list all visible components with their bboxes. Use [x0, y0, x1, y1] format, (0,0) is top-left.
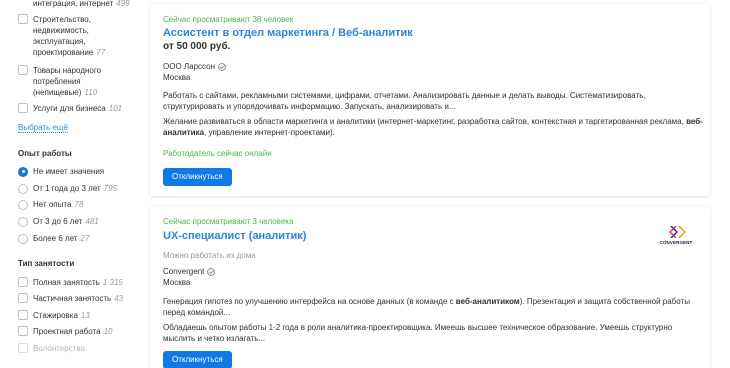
vacancy-city: Москва [163, 278, 191, 287]
filter-label: Строительство, недвижимость, эксплуатаци… [33, 15, 94, 57]
vacancy-requirements: Обладаешь опытом работы 1-2 года в роли … [163, 323, 673, 343]
experience-option-any[interactable]: Не имеет значения [18, 166, 104, 177]
option-count: 795 [103, 184, 118, 193]
filter-industry-business-services[interactable]: Услуги для бизнеса 101 [18, 103, 136, 114]
vacancy-city: Москва [163, 73, 191, 82]
checkbox[interactable] [18, 65, 28, 75]
vacancy-card: Сейчас просматривают 38 человек Ассистен… [150, 4, 710, 196]
filter-label: Услуги для бизнеса [33, 104, 106, 113]
company-logo[interactable]: CONVERGENT [658, 224, 694, 248]
company-name[interactable]: ООО Ларссон [163, 62, 226, 71]
radio-button[interactable] [18, 199, 28, 210]
vacancy-responsibilities: Работать с сайтами, рекламными системами… [163, 91, 646, 111]
employment-option-part[interactable]: Частичная занятость 43 [18, 293, 136, 304]
checkbox[interactable] [18, 14, 28, 24]
option-count: 78 [74, 200, 84, 209]
employment-option-volunteer: Волонтерство [18, 343, 136, 354]
radio-button[interactable] [18, 216, 28, 227]
viewers-count: Сейчас просматривают 38 человек [163, 15, 294, 24]
company-name-text[interactable]: ООО Ларссон [163, 62, 215, 71]
option-label: Волонтерство [33, 344, 85, 353]
radio-button[interactable] [18, 183, 28, 194]
option-count: 481 [85, 217, 99, 226]
remote-work-label: Можно работать из дома [163, 251, 256, 260]
radio-button[interactable] [18, 233, 28, 244]
option-label: Более 6 лет [33, 234, 78, 243]
option-label: Полная занятость [33, 278, 100, 287]
filter-label: интеграция, интернет [33, 0, 114, 8]
checkbox[interactable] [18, 103, 28, 113]
convergent-logo-icon [669, 226, 686, 238]
experience-option-1-3[interactable]: От 1 года до 3 лет 795 [18, 183, 117, 194]
filter-industry-consumer-goods[interactable]: Товары народного потребления (непищевые)… [18, 65, 136, 98]
checkbox [18, 343, 28, 353]
employment-option-project[interactable]: Проектная работа 10 [18, 326, 136, 337]
filter-count: 499 [116, 0, 130, 8]
requirements-text: , управление интернет-проектами). [204, 128, 335, 137]
filter-industry-construction[interactable]: Строительство, недвижимость, эксплуатаци… [18, 14, 136, 58]
option-count: 27 [80, 234, 90, 243]
option-count: 10 [103, 327, 113, 336]
company-name[interactable]: Convergent [163, 267, 216, 276]
show-more-link[interactable]: Выбрать ещё [18, 123, 68, 133]
company-name-text[interactable]: Convergent [163, 267, 204, 276]
experience-title: Опыт работы [18, 149, 72, 158]
filters-sidebar: интеграция, интернет 499 Строительство, н… [0, 0, 140, 368]
option-label: Не имеет значения [33, 167, 105, 176]
experience-option-6-plus[interactable]: Более 6 лет 27 [18, 233, 89, 244]
verified-icon [207, 267, 216, 276]
option-label: Проектная работа [33, 327, 101, 336]
vacancy-requirements: Желание развиваться в области маркетинга… [163, 116, 703, 138]
vacancy-salary: от 50 000 руб. [163, 41, 231, 52]
employment-option-full[interactable]: Полная занятость 1 315 [18, 277, 136, 288]
respond-button[interactable]: Откликнуться [163, 351, 232, 368]
filter-industry-internet[interactable]: интеграция, интернет 499 [18, 0, 136, 9]
experience-option-3-6[interactable]: От 3 до 6 лет 481 [18, 216, 99, 227]
logo-wordmark: CONVERGENT [659, 240, 693, 245]
vacancy-card: Сейчас просматривают 3 человека UX-специ… [150, 206, 710, 368]
option-count: 1 315 [102, 278, 123, 287]
employment-title: Тип занятости [18, 259, 75, 268]
viewers-count: Сейчас просматривают 3 человека [163, 217, 294, 226]
employer-online-status: Работодатель сейчас онлайн [163, 149, 272, 158]
vacancy-title-link[interactable]: UX-специалист (аналитик) [163, 230, 306, 242]
responsibilities-text: Генерация гипотез по улучшению интерфейс… [163, 297, 456, 306]
checkbox[interactable] [18, 326, 28, 336]
respond-button[interactable]: Откликнуться [163, 168, 232, 186]
experience-option-none[interactable]: Нет опыта 78 [18, 199, 83, 210]
checkbox[interactable] [18, 293, 28, 303]
option-label: Частичная занятость [33, 294, 112, 303]
verified-icon [218, 62, 226, 71]
checkbox[interactable] [18, 277, 28, 287]
filter-count: 101 [108, 104, 123, 113]
option-label: Стажировка [33, 311, 78, 320]
option-label: От 1 года до 3 лет [33, 184, 101, 193]
employment-option-internship[interactable]: Стажировка 13 [18, 310, 136, 321]
vacancy-responsibilities: Генерация гипотез по улучшению интерфейс… [163, 296, 703, 318]
filter-count: 110 [84, 88, 98, 97]
radio-button[interactable] [18, 166, 28, 177]
option-label: Нет опыта [33, 200, 72, 209]
requirements-text: Желание развиваться в области маркетинга… [163, 117, 687, 126]
option-label: От 3 до 6 лет [33, 217, 83, 226]
option-count: 43 [114, 294, 124, 303]
option-count: 13 [80, 311, 90, 320]
filter-count: 77 [96, 48, 106, 57]
vacancy-title-link[interactable]: Ассистент в отдел маркетинга / Веб-анали… [163, 27, 413, 39]
responsibilities-highlight: веб-аналитиком [455, 297, 520, 306]
checkbox[interactable] [18, 310, 28, 320]
